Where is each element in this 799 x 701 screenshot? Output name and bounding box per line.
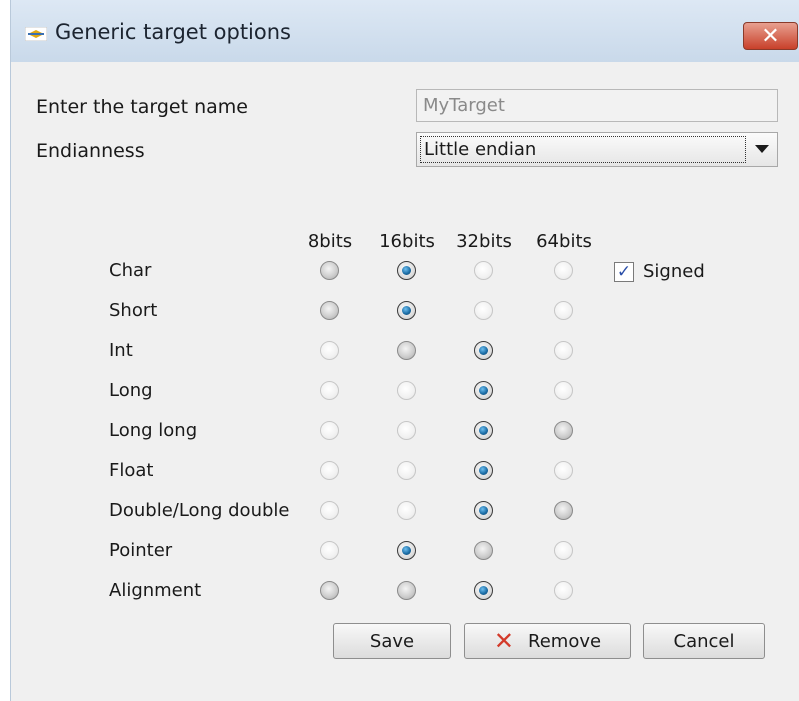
radio-char-64bits[interactable] <box>554 261 573 280</box>
radio-pointer-16bits[interactable] <box>397 541 416 560</box>
endianness-value: Little endian <box>420 136 746 163</box>
radio-double-long-double-16bits[interactable] <box>397 501 416 520</box>
radio-long-64bits[interactable] <box>554 381 573 400</box>
radio-int-16bits[interactable] <box>397 341 416 360</box>
remove-button-label: Remove <box>528 630 602 652</box>
column-header-8bits: 8bits <box>307 231 353 252</box>
radio-float-8bits[interactable] <box>320 461 339 480</box>
row-label: Int <box>109 340 133 361</box>
radio-char-16bits[interactable] <box>397 261 416 280</box>
row-label: Float <box>109 460 154 481</box>
radio-pointer-32bits[interactable] <box>474 541 493 560</box>
column-header-64bits: 64bits <box>536 231 592 252</box>
radio-pointer-8bits[interactable] <box>320 541 339 560</box>
radio-char-8bits[interactable] <box>320 261 339 280</box>
row-label: Long <box>109 380 153 401</box>
check-icon: ✓ <box>616 262 632 282</box>
chevron-down-icon[interactable] <box>755 145 769 153</box>
radio-alignment-32bits[interactable] <box>474 581 493 600</box>
radio-long-long-64bits[interactable] <box>554 421 573 440</box>
signed-label: Signed <box>643 261 705 282</box>
window-title: Generic target options <box>55 20 291 44</box>
cancel-button[interactable]: Cancel <box>643 623 765 659</box>
radio-long-32bits[interactable] <box>474 381 493 400</box>
close-button[interactable]: ✕ <box>743 22 798 50</box>
radio-short-8bits[interactable] <box>320 301 339 320</box>
radio-long-16bits[interactable] <box>397 381 416 400</box>
remove-x-icon: ✕ <box>493 627 515 655</box>
row-label: Alignment <box>109 580 202 601</box>
radio-short-16bits[interactable] <box>397 301 416 320</box>
row-label: Pointer <box>109 540 173 561</box>
radio-long-long-16bits[interactable] <box>397 421 416 440</box>
radio-long-8bits[interactable] <box>320 381 339 400</box>
radio-int-64bits[interactable] <box>554 341 573 360</box>
radio-alignment-8bits[interactable] <box>320 581 339 600</box>
radio-double-long-double-8bits[interactable] <box>320 501 339 520</box>
cancel-button-label: Cancel <box>673 630 735 652</box>
close-icon: ✕ <box>761 23 780 49</box>
remove-button[interactable]: ✕ Remove <box>464 623 631 659</box>
radio-float-64bits[interactable] <box>554 461 573 480</box>
row-label: Long long <box>109 420 198 441</box>
row-label: Double/Long double <box>109 500 290 521</box>
radio-char-32bits[interactable] <box>474 261 493 280</box>
column-header-16bits: 16bits <box>379 231 435 252</box>
radio-int-8bits[interactable] <box>320 341 339 360</box>
row-label: Short <box>109 300 158 321</box>
radio-double-long-double-64bits[interactable] <box>554 501 573 520</box>
signed-checkbox[interactable]: ✓ <box>614 262 634 282</box>
radio-alignment-64bits[interactable] <box>554 581 573 600</box>
target-name-input[interactable] <box>416 89 778 122</box>
radio-alignment-16bits[interactable] <box>397 581 416 600</box>
radio-float-16bits[interactable] <box>397 461 416 480</box>
target-name-label: Enter the target name <box>36 96 248 118</box>
radio-short-64bits[interactable] <box>554 301 573 320</box>
app-icon <box>24 26 48 42</box>
radio-long-long-8bits[interactable] <box>320 421 339 440</box>
radio-int-32bits[interactable] <box>474 341 493 360</box>
row-label: Char <box>109 260 152 281</box>
endianness-label: Endianness <box>36 140 145 162</box>
dialog-window: Generic target options ✕ Enter the targe… <box>10 0 799 701</box>
title-bar: Generic target options ✕ <box>11 0 799 62</box>
save-button[interactable]: Save <box>333 623 451 659</box>
column-header-32bits: 32bits <box>456 231 512 252</box>
radio-float-32bits[interactable] <box>474 461 493 480</box>
radio-double-long-double-32bits[interactable] <box>474 501 493 520</box>
radio-long-long-32bits[interactable] <box>474 421 493 440</box>
radio-short-32bits[interactable] <box>474 301 493 320</box>
save-button-label: Save <box>369 630 415 652</box>
endianness-select[interactable]: Little endian <box>416 132 778 167</box>
radio-pointer-64bits[interactable] <box>554 541 573 560</box>
